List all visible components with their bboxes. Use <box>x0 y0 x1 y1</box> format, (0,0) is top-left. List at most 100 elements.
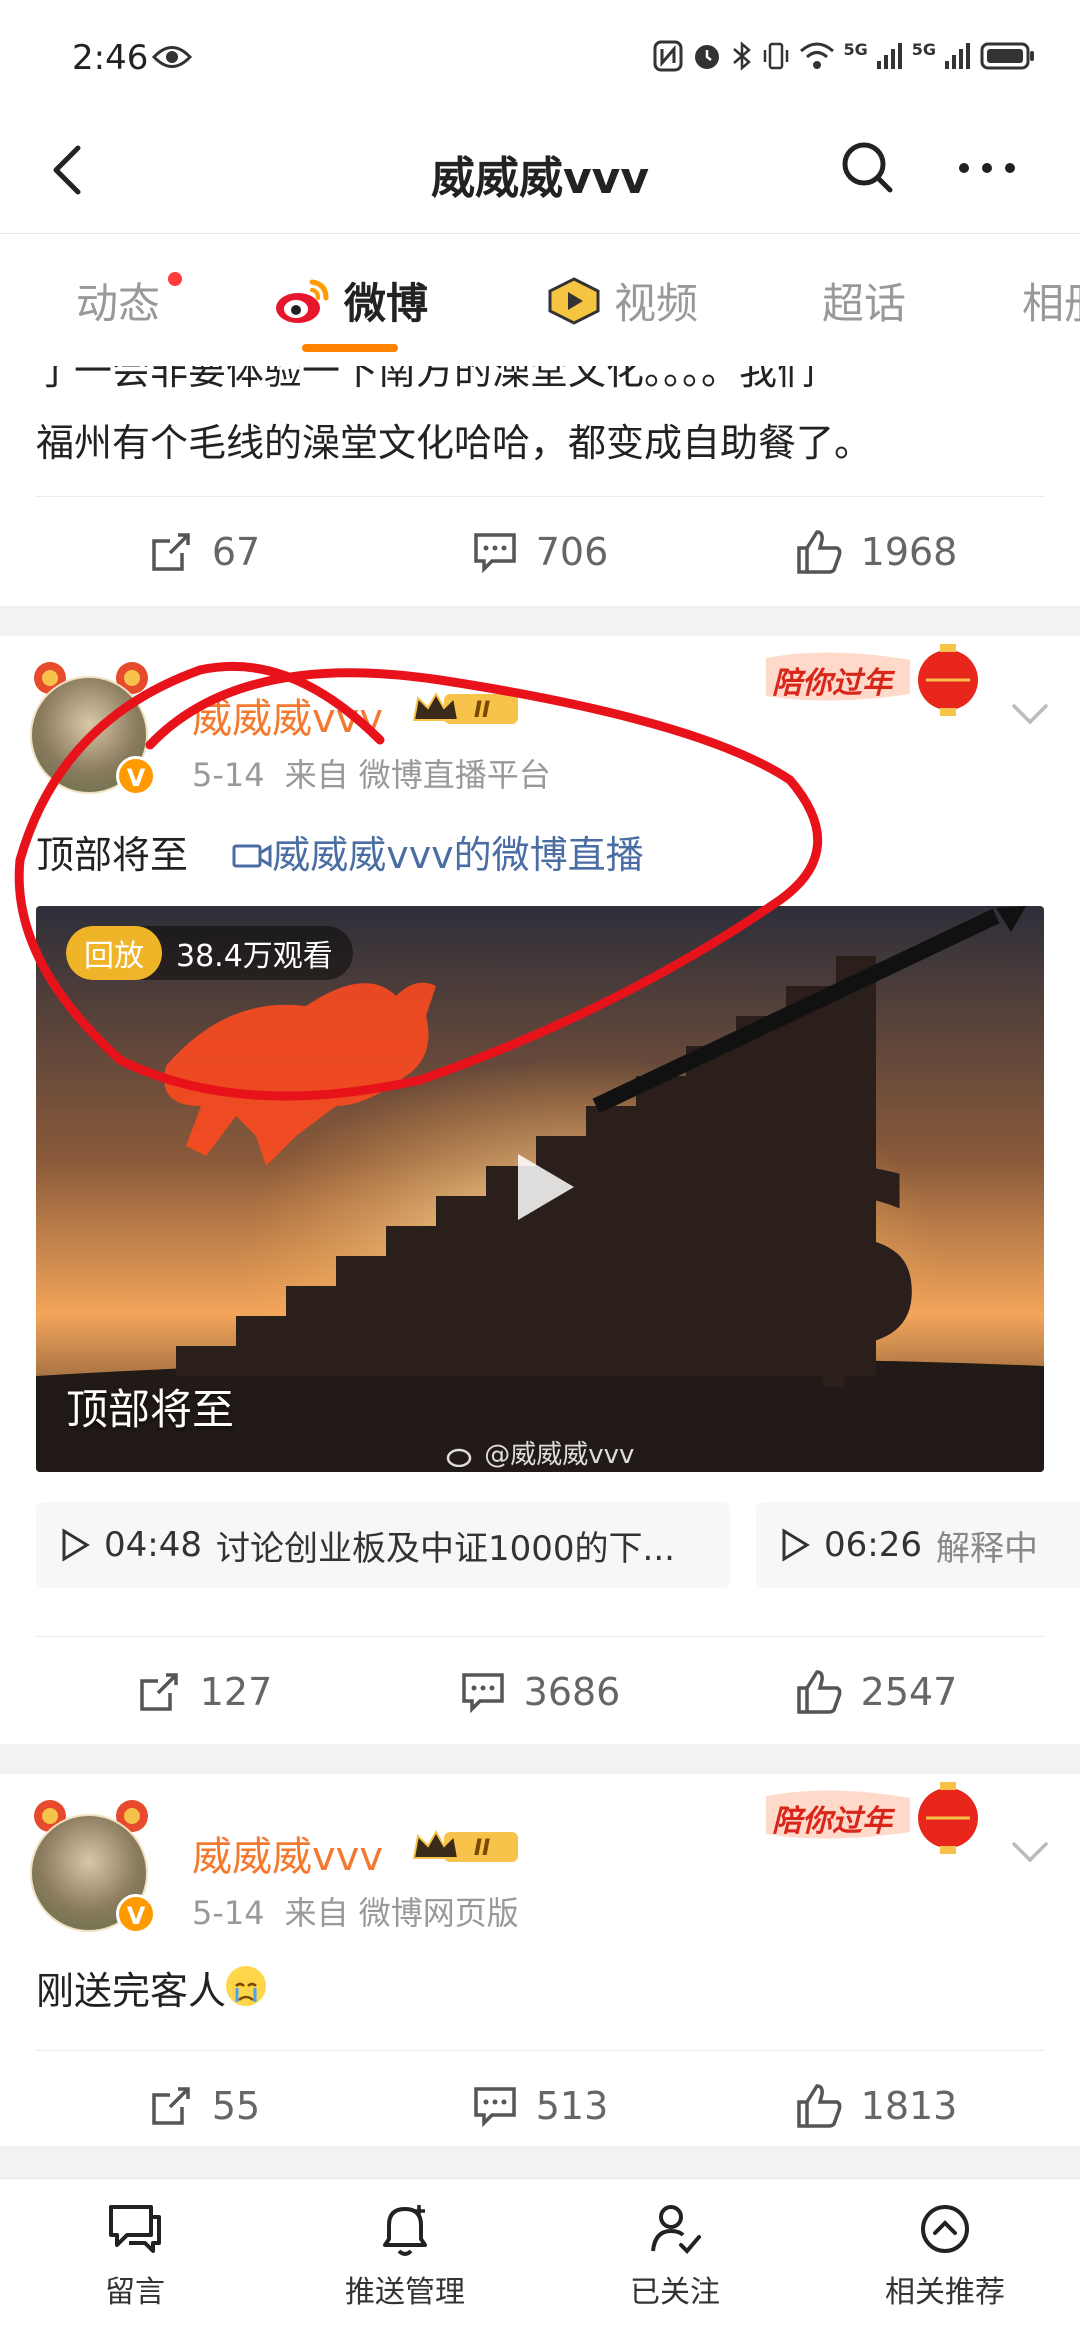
tab-label: 视频 <box>614 279 699 328</box>
comment-count: 706 <box>535 529 609 574</box>
live-link[interactable]: 威威威vvv的微博直播 <box>232 833 644 877</box>
replay-badge: 回放 38.4万观看 <box>66 926 353 980</box>
user-name[interactable]: 威威威vvv <box>192 686 383 744</box>
tab-label: 微博 <box>344 279 429 328</box>
alarm-icon <box>695 45 720 69</box>
search-icon[interactable] <box>836 136 900 200</box>
post-source: 来自 微博直播平台 <box>284 756 551 794</box>
repost-count: 67 <box>211 529 261 574</box>
tab-supertopic[interactable]: 超话 <box>822 270 906 331</box>
user-name[interactable]: 威威威vvv <box>192 1824 383 1882</box>
tab-weibo[interactable]: 微博 <box>272 270 428 331</box>
verified-badge: V <box>116 1894 156 1934</box>
push-settings-button[interactable]: 推送管理 <box>270 2179 540 2340</box>
comment-button[interactable]: 513 <box>372 2051 708 2160</box>
level-text: II <box>474 1836 490 1861</box>
post-card[interactable]: V 威威威vvv II 5-14 来自 微博网页版 陪你过年 刚送完客人 55 … <box>0 1774 1080 2146</box>
signal-icon-a <box>876 43 902 69</box>
thumbs-up-icon <box>796 2083 842 2128</box>
svg-text:$: $ <box>596 1161 735 1394</box>
comment-button[interactable]: 706 <box>372 497 708 606</box>
post-text: 刚送完客人 <box>36 1960 267 2022</box>
profile-tabs: 动态 微博 视频 超话 相册 <box>0 234 1080 366</box>
chevron-down-icon[interactable] <box>1008 692 1052 736</box>
video-chapter-2[interactable]: 06:26 解释中 <box>756 1502 1080 1588</box>
view-count: 38.4万观看 <box>176 939 333 974</box>
prev-post-text-line1: 了一会非要体验一下南方的澡堂文化。。。。我们 <box>36 366 816 393</box>
status-bar: 2:46 5G 5G <box>0 0 1080 110</box>
level-text: II <box>474 698 490 723</box>
chevron-down-icon[interactable] <box>1008 1830 1052 1874</box>
repost-count: 127 <box>199 1669 273 1714</box>
post-meta: 5-14 来自 微博直播平台 <box>192 750 551 796</box>
repost-icon <box>152 532 190 571</box>
repost-button[interactable]: 67 <box>36 497 372 606</box>
screen: 2:46 5G 5G 威威威vvv 动态 微博 视频 超话 相 了一会非要体验一… <box>0 0 1080 2340</box>
status-time: 2:46 <box>72 38 149 78</box>
chapter-title: 解释中 <box>935 1528 1038 1569</box>
video-caption: 顶部将至 <box>66 1385 235 1434</box>
prev-post-text-line2: 福州有个毛线的澡堂文化哈哈，都变成自助餐了。 <box>36 421 873 465</box>
post-text-body: 刚送完客人 <box>36 1969 227 2013</box>
bottom-bar: 留言 推送管理 已关注 相关推荐 <box>0 2178 1080 2340</box>
post1-actions: 127 3686 2547 <box>36 1636 1044 1746</box>
weibo-watermark-icon <box>446 1448 472 1468</box>
status-icons: 5G 5G <box>653 40 1036 72</box>
network-5g-b: 5G <box>911 40 936 59</box>
festival-text: 陪你过年 <box>772 666 892 701</box>
video-player[interactable]: $ $ $ $$ $$$ $$$$$ 回放 38.4万观看 顶部将至 @威威威v… <box>36 906 1044 1472</box>
bluetooth-icon <box>733 41 752 71</box>
post-text: 顶部将至 威威威vvv的微博直播 <box>36 824 644 886</box>
video-tab-icon <box>548 276 600 325</box>
video-chapter-1[interactable]: 04:48 讨论创业板及中证1000的下... <box>36 1502 730 1588</box>
crown-level-badge: II <box>412 691 518 724</box>
play-icon[interactable] <box>496 1142 586 1232</box>
like-count: 2547 <box>860 1669 958 1714</box>
tab-label: 相册 <box>1022 279 1080 328</box>
comment-icon <box>473 532 516 573</box>
eye-icon <box>152 46 192 68</box>
crown-level-badge: II <box>412 1829 518 1862</box>
post2-actions: 55 513 1813 <box>36 2050 1044 2160</box>
video-watermark: @威威威vvv <box>446 1434 634 1471</box>
svg-text:$$$$$: $$$$$ <box>256 1330 395 1376</box>
tab-dynamic[interactable]: 动态 <box>76 270 160 331</box>
like-button[interactable]: 2547 <box>708 1637 1044 1746</box>
post-text-body: 顶部将至 <box>36 833 189 877</box>
chapter-time: 04:48 <box>104 1525 202 1565</box>
festival-text: 陪你过年 <box>772 1804 892 1839</box>
post-meta: 5-14 来自 微博网页版 <box>192 1888 519 1934</box>
more-icon[interactable] <box>952 136 1022 200</box>
festival-badge: 陪你过年 <box>766 644 978 718</box>
related-recommend-button[interactable]: 相关推荐 <box>810 2179 1080 2340</box>
message-button[interactable]: 留言 <box>0 2179 270 2340</box>
svg-text:$: $ <box>736 1087 931 1413</box>
signal-icon-b <box>945 43 970 69</box>
user-check-icon <box>651 2205 701 2254</box>
tab-video[interactable]: 视频 <box>546 270 698 331</box>
like-button[interactable]: 1968 <box>708 497 1044 606</box>
comment-icon <box>473 2086 516 2127</box>
wifi-icon <box>800 42 835 69</box>
feed-divider <box>0 2146 1080 2178</box>
watermark-text: @威威威vvv <box>484 1440 635 1470</box>
comment-button[interactable]: 3686 <box>372 1637 708 1746</box>
tab-notification-dot <box>168 272 182 286</box>
active-tab-indicator <box>302 344 398 352</box>
message-icon <box>109 2205 161 2253</box>
tab-label: 动态 <box>76 279 161 328</box>
chapter-time: 06:26 <box>824 1525 922 1565</box>
replay-tag: 回放 <box>66 926 162 980</box>
repost-button[interactable]: 127 <box>36 1637 372 1746</box>
tab-album[interactable]: 相册 <box>1022 270 1080 331</box>
prev-post-card[interactable]: 了一会非要体验一下南方的澡堂文化。。。。我们 福州有个毛线的澡堂文化哈哈，都变成… <box>0 366 1080 606</box>
prev-post-actions: 67 706 1968 <box>36 496 1044 606</box>
like-button[interactable]: 1813 <box>708 2051 1044 2160</box>
post-source: 来自 微博网页版 <box>284 1894 519 1932</box>
repost-icon <box>139 1672 178 1711</box>
following-button[interactable]: 已关注 <box>540 2179 810 2340</box>
bell-icon <box>383 2205 427 2256</box>
chevron-up-circle-icon <box>921 2205 969 2253</box>
repost-button[interactable]: 55 <box>36 2051 372 2160</box>
battery-icon <box>980 42 1034 70</box>
